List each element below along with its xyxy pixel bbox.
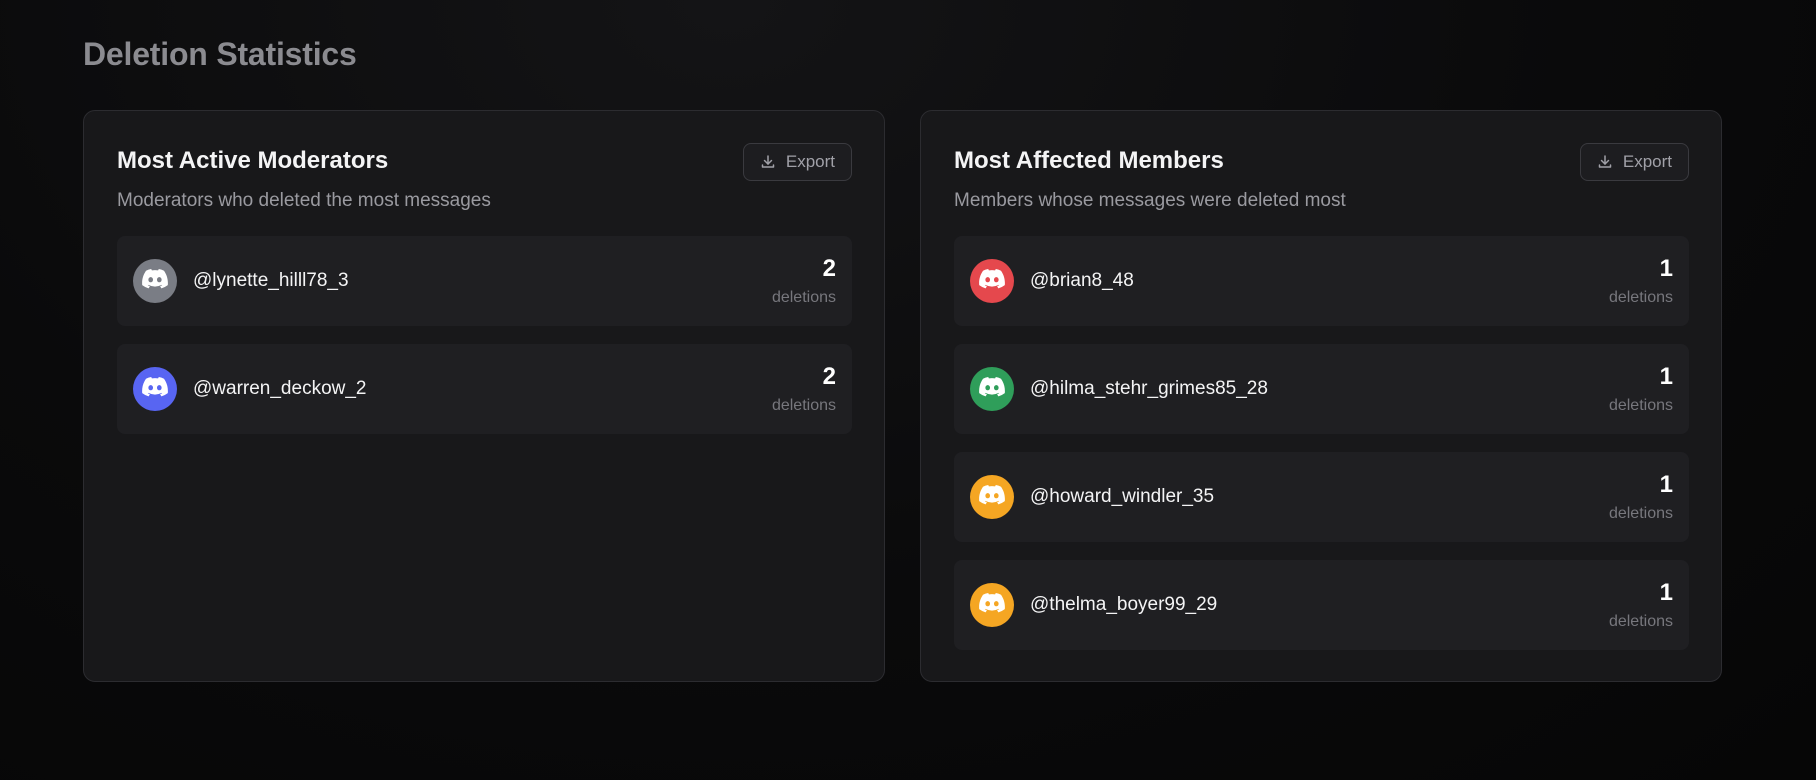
deletion-count: 1 deletions — [1609, 471, 1673, 523]
username: @brian8_48 — [1030, 270, 1134, 291]
export-label: Export — [1622, 152, 1672, 171]
username: @hilma_stehr_grimes85_28 — [1030, 378, 1268, 399]
count-value: 1 — [1659, 471, 1673, 498]
download-icon — [1597, 154, 1613, 170]
count-label: deletions — [771, 397, 836, 414]
deletion-count: 1 deletions — [1609, 363, 1673, 415]
count-label: deletions — [1608, 613, 1673, 630]
list-item[interactable]: @hilma_stehr_grimes85_28 1 deletions — [954, 344, 1689, 434]
list-item[interactable]: @warren_deckow_2 2 deletions — [117, 344, 852, 434]
export-button[interactable]: Export — [1579, 143, 1689, 181]
discord-icon — [979, 484, 1005, 510]
count-value: 2 — [822, 363, 836, 390]
count-value: 1 — [1659, 255, 1673, 282]
deletion-count: 2 deletions — [772, 255, 836, 307]
members-card: Most Affected Members Members whose mess… — [920, 110, 1722, 682]
moderators-list: @lynette_hilll78_3 2 deletions @warren_d… — [117, 236, 852, 434]
avatar — [970, 583, 1014, 627]
count-label: deletions — [1608, 505, 1673, 522]
list-item[interactable]: @lynette_hilll78_3 2 deletions — [117, 236, 852, 326]
discord-icon — [979, 592, 1005, 618]
discord-icon — [979, 268, 1005, 294]
deletion-count: 1 deletions — [1609, 579, 1673, 631]
username: @warren_deckow_2 — [193, 378, 367, 399]
moderators-card: Most Active Moderators Moderators who de… — [83, 110, 885, 682]
count-value: 1 — [1659, 579, 1673, 606]
export-button[interactable]: Export — [742, 143, 852, 181]
deletion-count: 2 deletions — [772, 363, 836, 415]
members-list: @brian8_48 1 deletions @hilma_stehr_grim… — [954, 236, 1689, 650]
list-item[interactable]: @thelma_boyer99_29 1 deletions — [954, 560, 1689, 650]
avatar — [133, 367, 177, 411]
export-label: Export — [785, 152, 835, 171]
card-title: Most Active Moderators — [117, 147, 389, 174]
discord-icon — [142, 376, 168, 402]
username: @lynette_hilll78_3 — [193, 270, 349, 291]
deletion-statistics-page: Deletion Statistics Most Active Moderato… — [0, 0, 1816, 780]
card-subtitle: Moderators who deleted the most messages — [117, 190, 491, 211]
download-icon — [760, 154, 776, 170]
discord-icon — [142, 268, 168, 294]
count-label: deletions — [1608, 289, 1673, 306]
avatar — [970, 475, 1014, 519]
page-title: Deletion Statistics — [83, 36, 357, 72]
count-label: deletions — [771, 289, 836, 306]
username: @howard_windler_35 — [1030, 486, 1215, 507]
count-label: deletions — [1608, 397, 1673, 414]
deletion-count: 1 deletions — [1609, 255, 1673, 307]
card-title: Most Affected Members — [954, 147, 1224, 174]
list-item[interactable]: @howard_windler_35 1 deletions — [954, 452, 1689, 542]
discord-icon — [979, 376, 1005, 402]
card-subtitle: Members whose messages were deleted most — [954, 190, 1346, 211]
count-value: 2 — [822, 255, 836, 282]
avatar — [970, 367, 1014, 411]
list-item[interactable]: @brian8_48 1 deletions — [954, 236, 1689, 326]
username: @thelma_boyer99_29 — [1030, 594, 1218, 615]
avatar — [133, 259, 177, 303]
count-value: 1 — [1659, 363, 1673, 390]
avatar — [970, 259, 1014, 303]
